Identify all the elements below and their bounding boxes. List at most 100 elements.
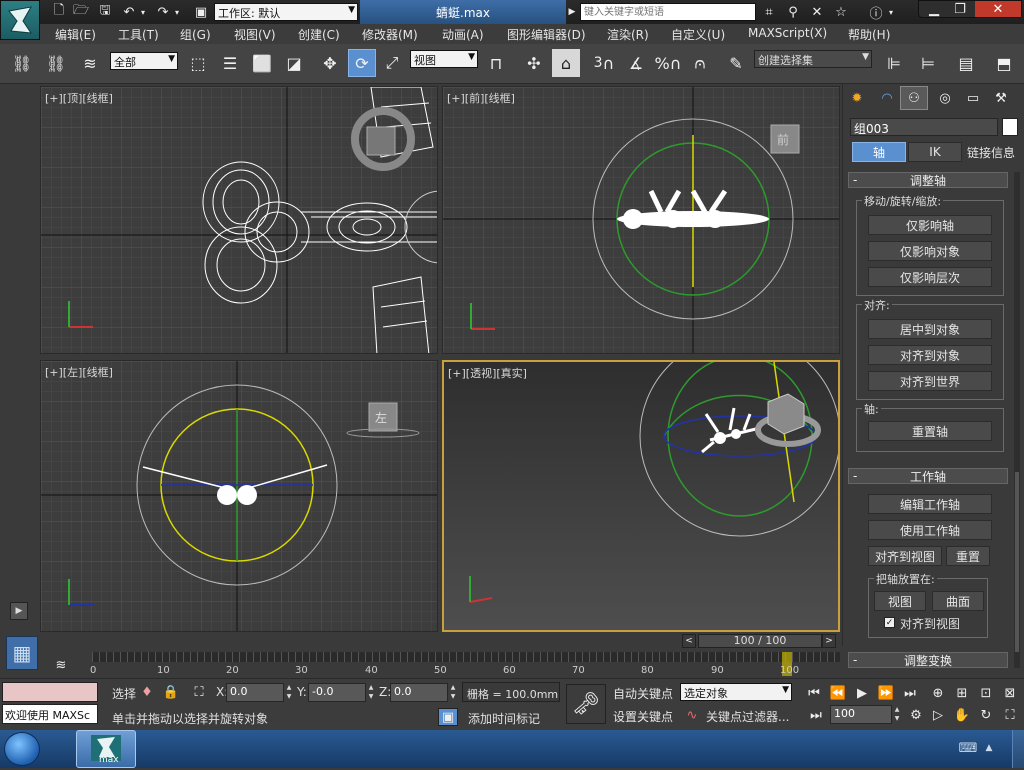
- select-manipulate-icon[interactable]: ✣: [520, 49, 548, 77]
- key-mode-toggle-icon[interactable]: ⏭: [806, 706, 826, 724]
- current-frame-field[interactable]: 100: [830, 705, 892, 724]
- affect-object-only-button[interactable]: 仅影响对象: [868, 241, 992, 261]
- snap-toggle-icon[interactable]: 3 ∩: [590, 49, 618, 77]
- select-by-name-icon[interactable]: ☰: [216, 49, 244, 77]
- object-name-field[interactable]: 组003: [850, 118, 998, 136]
- reference-coordinate-select[interactable]: 视图 ▼: [410, 50, 478, 68]
- pan-view-icon[interactable]: ✋: [952, 706, 972, 724]
- minimize-icon[interactable]: ▁: [921, 1, 947, 17]
- viewport-perspective-label[interactable]: [+][透视][真实]: [448, 365, 527, 381]
- align-to-world-button[interactable]: 对齐到世界: [868, 371, 992, 391]
- rollout-adjust-transform[interactable]: - 调整变换: [848, 652, 1008, 668]
- utilities-tab-icon[interactable]: ⚒: [988, 86, 1014, 110]
- start-button[interactable]: [4, 732, 40, 766]
- previous-frame-icon[interactable]: ⏪: [828, 684, 848, 702]
- selection-lock-icon[interactable]: 🔒: [162, 682, 180, 702]
- field-of-view-icon[interactable]: ▷: [928, 706, 948, 724]
- search-input[interactable]: [580, 3, 756, 21]
- hierarchy-tab-icon[interactable]: ⚇: [900, 86, 928, 110]
- move-icon[interactable]: ✥: [316, 49, 344, 77]
- undo-icon[interactable]: ↶: [120, 3, 138, 21]
- maximize-icon[interactable]: ❐: [947, 1, 973, 17]
- angle-snap-icon[interactable]: ∡: [622, 49, 650, 77]
- menu-maxscript[interactable]: MAXScript(X): [748, 26, 827, 40]
- z-coordinate-field[interactable]: 0.0: [390, 683, 448, 702]
- redo-icon[interactable]: ↷: [154, 3, 172, 21]
- menu-customize[interactable]: 自定义(U): [671, 26, 725, 43]
- menu-rendering[interactable]: 渲染(R): [607, 26, 649, 43]
- window-crossing-icon[interactable]: ◪: [280, 49, 308, 77]
- percent-snap-icon[interactable]: % ∩: [654, 49, 682, 77]
- reset-working-pivot-button[interactable]: 重置: [946, 546, 990, 566]
- bind-space-warp-icon[interactable]: ≋: [76, 49, 104, 77]
- unlink-icon[interactable]: ⛓: [42, 49, 70, 77]
- absolute-mode-icon[interactable]: ⛶: [190, 682, 208, 702]
- menu-group[interactable]: 组(G): [180, 26, 211, 43]
- go-to-end-icon[interactable]: ⏭: [900, 684, 920, 702]
- star-icon[interactable]: ☆: [832, 3, 850, 21]
- project-folder-icon[interactable]: ▣: [192, 3, 210, 21]
- menu-edit[interactable]: 编辑(E): [55, 26, 96, 43]
- keyboard-shortcut-override-icon[interactable]: ⌂: [552, 49, 580, 77]
- binoculars-icon[interactable]: ⌗: [760, 3, 778, 21]
- tools-icon[interactable]: ✕: [808, 3, 826, 21]
- viewport-perspective[interactable]: [+][透视][真实]: [442, 360, 840, 632]
- taskbar-3dsmax-item[interactable]: max: [76, 730, 136, 768]
- spinner-snap-icon[interactable]: ⩀: [686, 49, 714, 77]
- modify-tab-icon[interactable]: ◠: [874, 86, 900, 110]
- viewport-left[interactable]: 左 [+][左][线框]: [40, 360, 438, 632]
- help-dropdown-icon[interactable]: ▾: [886, 3, 896, 21]
- place-on-view-button[interactable]: 视图: [874, 591, 926, 611]
- menu-help[interactable]: 帮助(H): [848, 26, 890, 43]
- edit-named-selection-icon[interactable]: ✎: [722, 49, 750, 77]
- align-to-view-button[interactable]: 对齐到视图: [868, 546, 942, 566]
- edit-working-pivot-button[interactable]: 编辑工作轴: [868, 494, 992, 514]
- create-tab-icon[interactable]: ✹: [844, 86, 870, 110]
- close-icon[interactable]: ✕: [975, 1, 1021, 17]
- search-expand-icon[interactable]: ▶: [566, 3, 578, 21]
- view-cube-front[interactable]: 前: [777, 131, 789, 148]
- menu-create[interactable]: 创建(C): [298, 26, 340, 43]
- viewport-left-label[interactable]: [+][左][线框]: [45, 364, 113, 380]
- play-icon[interactable]: ▶: [852, 684, 872, 702]
- menu-modifiers[interactable]: 修改器(M): [362, 26, 418, 43]
- view-cube-left[interactable]: 左: [375, 409, 387, 426]
- y-coordinate-field[interactable]: -0.0: [308, 683, 366, 702]
- menu-animation[interactable]: 动画(A): [442, 26, 484, 43]
- key-search-icon[interactable]: ⚲: [784, 3, 802, 21]
- expand-ribbon-button[interactable]: ▶: [10, 602, 28, 620]
- new-file-icon[interactable]: 🗋: [50, 3, 68, 21]
- menu-graph-editors[interactable]: 图形编辑器(D): [507, 26, 586, 43]
- time-tag-icon[interactable]: ▣: [438, 708, 458, 726]
- help-icon[interactable]: ⓘ: [866, 3, 886, 22]
- rollout-working-pivot[interactable]: - 工作轴: [848, 468, 1008, 484]
- named-selection-select[interactable]: 创建选择集 ▼: [754, 50, 872, 68]
- maxscript-listener-white[interactable]: 欢迎使用 MAXSc: [2, 704, 98, 724]
- current-frame-spinner[interactable]: ▲ ▼: [893, 705, 901, 723]
- mirror-icon[interactable]: ⊫: [880, 49, 908, 77]
- align-to-object-button[interactable]: 对齐到对象: [868, 345, 992, 365]
- affect-hierarchy-only-button[interactable]: 仅影响层次: [868, 267, 992, 287]
- align-to-view-checkbox[interactable]: ✓: [884, 617, 895, 628]
- link-icon[interactable]: ⛓: [8, 49, 36, 77]
- select-object-icon[interactable]: ⬚: [184, 49, 212, 77]
- center-to-object-button[interactable]: 居中到对象: [868, 319, 992, 339]
- rollout-adjust-pivot[interactable]: - 调整轴: [848, 172, 1008, 188]
- time-slider-next-icon[interactable]: >: [822, 634, 836, 648]
- workspace-select[interactable]: 工作区: 默认 ▼: [214, 3, 358, 21]
- viewport-top[interactable]: [+][顶][线框]: [40, 86, 438, 354]
- menu-tools[interactable]: 工具(T): [118, 26, 159, 43]
- rotate-icon[interactable]: ⟳: [348, 49, 376, 77]
- pivot-center-icon[interactable]: ⊓: [482, 49, 510, 77]
- orbit-icon[interactable]: ↻: [976, 706, 996, 724]
- undo-dropdown-icon[interactable]: ▾: [138, 3, 148, 21]
- zoom-extents-icon[interactable]: ⊡: [976, 684, 996, 702]
- zoom-extents-all-icon[interactable]: ⊠: [1000, 684, 1020, 702]
- x-coordinate-spinner[interactable]: ▲ ▼: [285, 683, 293, 701]
- selection-filter-select[interactable]: 全部 ▼: [110, 52, 178, 70]
- viewport-front[interactable]: 前 [+][前][线框]: [442, 86, 840, 354]
- layer-manager-icon[interactable]: ▤: [952, 49, 980, 77]
- zoom-icon[interactable]: ⊕: [928, 684, 948, 702]
- set-key-icon[interactable]: 🗝: [566, 684, 606, 724]
- viewport-top-label[interactable]: [+][顶][线框]: [45, 90, 113, 106]
